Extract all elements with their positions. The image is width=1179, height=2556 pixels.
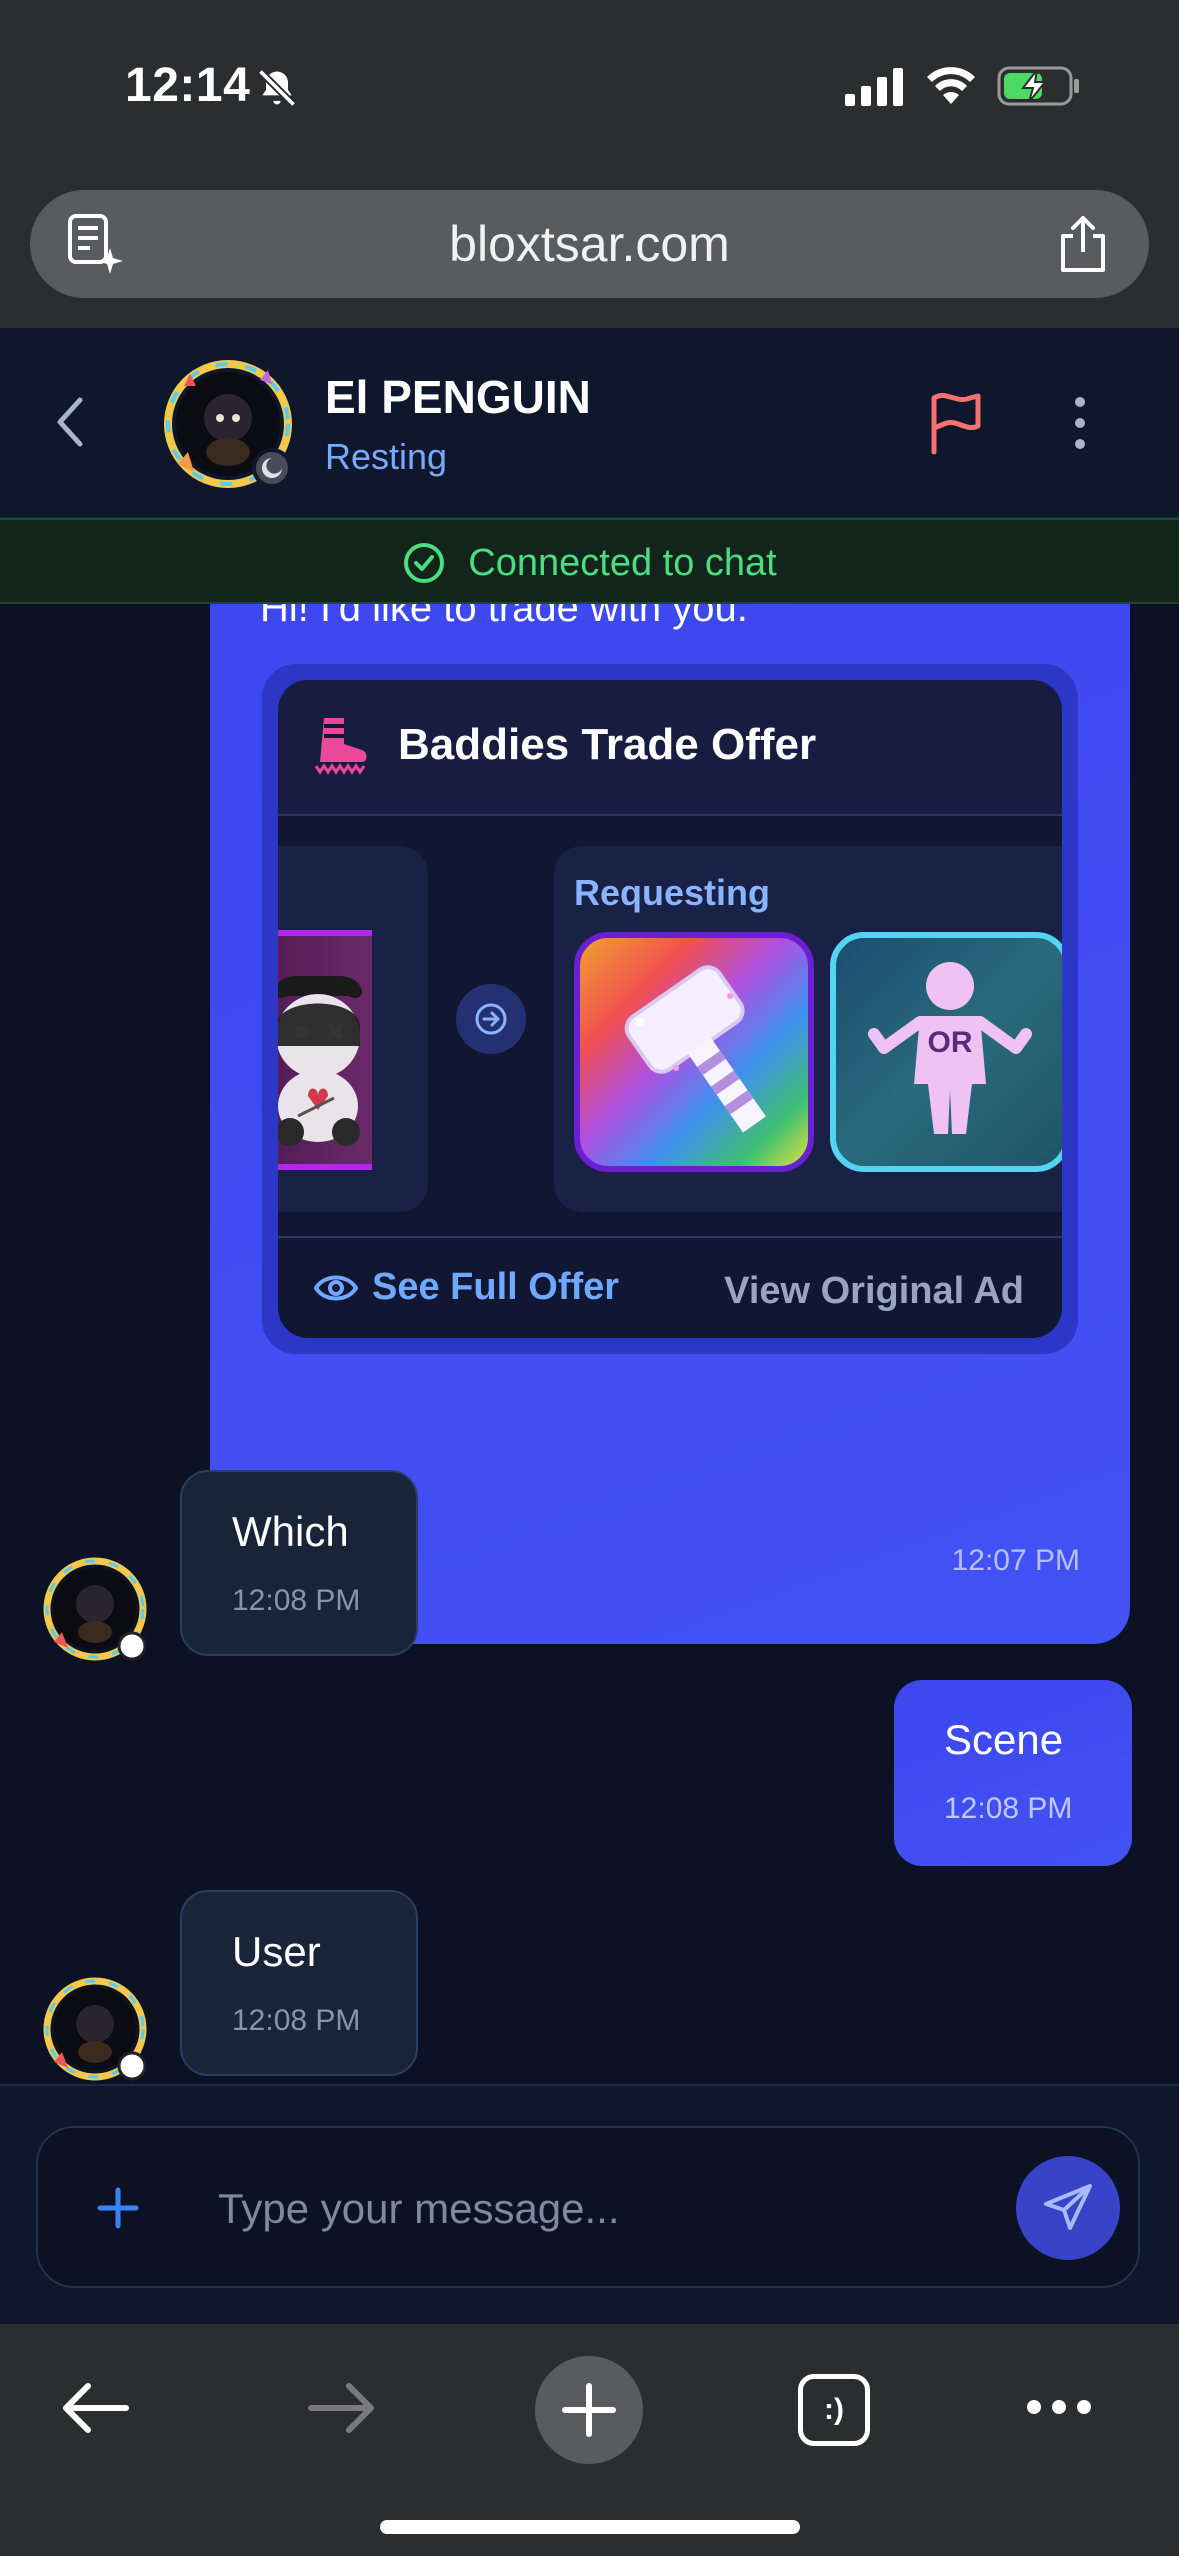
plus-icon (562, 2383, 616, 2437)
incoming-message: Which 12:08 PM (180, 1470, 418, 1656)
offered-item-plush[interactable] (278, 930, 372, 1170)
plush-doll-icon (278, 976, 362, 1146)
browser-more-icon[interactable] (1024, 2396, 1094, 2418)
message-time: 12:08 PM (232, 1584, 361, 1617)
bell-off-icon (257, 68, 297, 108)
requested-item-hammer[interactable] (574, 932, 814, 1172)
chat-header: El PENGUIN Resting (0, 328, 1179, 518)
incoming-message: User 12:08 PM (180, 1890, 418, 2076)
contact-avatar[interactable] (160, 356, 296, 492)
connection-banner: Connected to chat (0, 518, 1179, 604)
sender-avatar[interactable] (40, 1974, 150, 2084)
wifi-icon (927, 67, 975, 104)
cellular-signal-icon (845, 68, 903, 106)
requesting-panel: Requesting OR (554, 846, 1062, 1212)
battery-charging-icon (997, 66, 1079, 106)
browser-forward-icon[interactable] (305, 2376, 379, 2440)
offering-panel (278, 846, 428, 1212)
message-time: 12:08 PM (232, 2004, 361, 2037)
trade-offer-card[interactable]: Baddies Trade Offer Requesting OR See Fu… (278, 680, 1062, 1338)
see-full-offer-label: See Full Offer (372, 1266, 620, 1308)
message-text: Which (232, 1508, 349, 1555)
message-time: 12:08 PM (944, 1792, 1073, 1825)
browser-back-icon[interactable] (58, 2376, 132, 2440)
card-header: Baddies Trade Offer (278, 680, 1062, 816)
back-chevron-icon[interactable] (48, 390, 92, 454)
message-text: Scene (944, 1716, 1064, 1763)
check-circle-icon (404, 543, 445, 583)
outgoing-message: Scene 12:08 PM (894, 1680, 1132, 1866)
attach-plus-icon[interactable] (90, 2180, 146, 2236)
connection-status-text: Connected to chat (468, 541, 777, 584)
status-bar: 12:14 (0, 0, 1179, 170)
browser-toolbar: :) (0, 2324, 1179, 2556)
screen: 12:14 bloxtsar.com El PENGUIN Resting Co… (0, 0, 1179, 2556)
message-list[interactable]: Hi! I'd like to trade with you. Baddies … (0, 604, 1179, 2084)
contact-name: El PENGUIN (325, 371, 591, 423)
card-footer: See Full Offer View Original Ad (278, 1236, 1062, 1338)
share-icon[interactable] (1055, 214, 1111, 274)
url-text: bloxtsar.com (449, 216, 730, 272)
composer-area (0, 2084, 1179, 2324)
browser-address-area: bloxtsar.com (0, 170, 1179, 328)
see-full-offer-button[interactable]: See Full Offer (314, 1266, 619, 1309)
tabs-button[interactable]: :) (798, 2374, 870, 2446)
home-indicator (380, 2520, 800, 2534)
send-button[interactable] (1016, 2156, 1120, 2260)
message-text: Hi! I'd like to trade with you. (260, 604, 748, 630)
or-label: OR (927, 1026, 973, 1059)
message-composer (36, 2126, 1140, 2288)
hammer-icon (624, 965, 766, 1133)
arrow-right-icon (475, 1003, 507, 1035)
message-input[interactable] (218, 2174, 1018, 2244)
boot-icon (314, 718, 367, 775)
card-title: Baddies Trade Offer (398, 720, 817, 769)
view-original-ad-button[interactable]: View Original Ad (724, 1270, 1024, 1313)
requested-item-or-choice[interactable]: OR (830, 932, 1062, 1172)
status-time: 12:14 (125, 59, 251, 112)
trade-offer-card-frame: Baddies Trade Offer Requesting OR See Fu… (262, 664, 1078, 1354)
message-text: User (232, 1928, 321, 1975)
address-bar[interactable]: bloxtsar.com (30, 190, 1149, 298)
contact-status: Resting (325, 436, 448, 477)
more-options-icon[interactable] (1062, 390, 1098, 456)
report-flag-icon[interactable] (926, 390, 986, 456)
requesting-label: Requesting (574, 872, 771, 913)
send-icon (1044, 2184, 1092, 2230)
eye-icon (314, 1275, 358, 1300)
message-time: 12:07 PM (951, 1544, 1080, 1577)
trade-items-row[interactable]: Requesting OR (278, 816, 1062, 1216)
trade-arrow (456, 984, 526, 1054)
new-tab-button[interactable] (535, 2356, 643, 2464)
sender-avatar[interactable] (40, 1554, 150, 1664)
